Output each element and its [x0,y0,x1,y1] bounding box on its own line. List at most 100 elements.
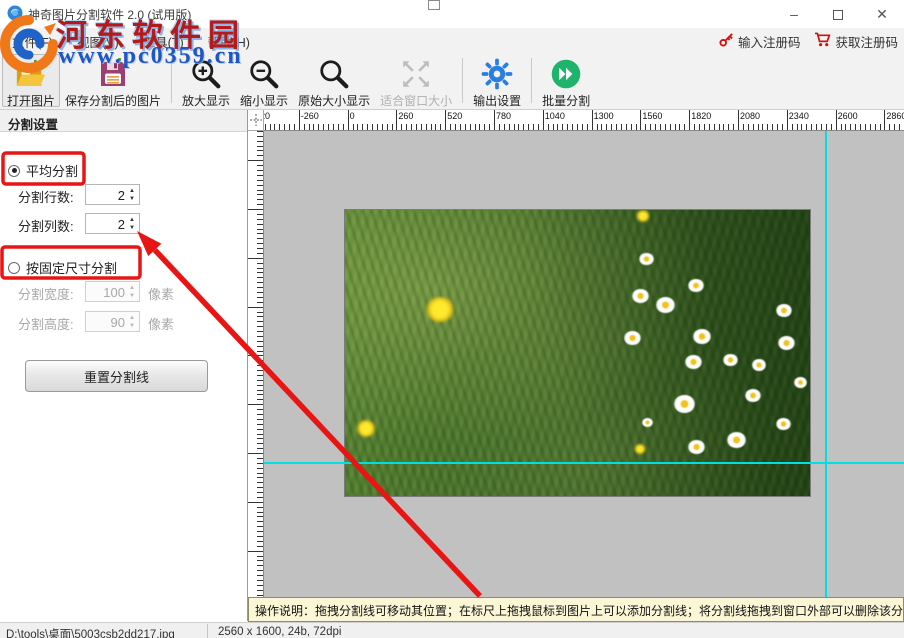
toolbar-button-label: 放大显示 [182,94,231,108]
ruler-tick [879,124,881,130]
rows-spinner[interactable]: ▲ ▼ [126,185,138,204]
grass-shadow [345,210,810,496]
minimize-button[interactable]: – [772,0,816,28]
rows-spinbox[interactable]: 2 ▲ ▼ [85,184,140,205]
ruler-tick [899,124,900,130]
close-button[interactable]: ✕ [860,0,904,28]
ruler-tick [874,124,876,130]
ruler-horizontal[interactable]: -520 -260 0 260 520 780 1040 1300 1560 1820 2080 23… [264,110,904,131]
toolbar-button-label: 缩小显示 [240,94,289,108]
ruler-tick [257,140,263,142]
ruler-tick [257,560,263,562]
menu-item[interactable]: 文件(F) [0,28,65,52]
ruler-tick [248,209,263,210]
spin-down-icon[interactable]: ▼ [129,224,135,232]
ruler-tick [257,565,263,567]
ruler-tick [757,124,759,130]
ruler-tick [362,124,364,130]
spin-up-icon[interactable]: ▲ [129,187,135,195]
menu-item[interactable]: 帮助(H) [196,28,262,52]
ruler-tick [367,124,369,130]
reset-split-lines-button[interactable]: 重置分割线 [25,360,208,392]
ruler-corner [248,110,264,131]
ruler-tick [552,124,554,130]
split-settings-panel: 分割设置 平均分割 分割行数: 2 ▲ ▼ 分割列数: 2 ▲ ▼ 按固定尺寸分… [0,110,248,621]
radio-fixed-split[interactable]: 按固定尺寸分割 [8,258,117,277]
vertical-split-line[interactable] [825,131,827,597]
ruler-tick [257,384,263,386]
toolbar-button-zoom-out[interactable]: 缩小显示 [235,54,293,108]
spin-up-icon: ▲ [129,284,135,291]
ruler-tick [655,124,656,130]
register-link[interactable]: 获取注册码 [814,32,898,51]
ruler-tick [313,124,315,130]
ruler-tick [786,110,788,130]
status-separator [207,624,208,638]
cart-icon [814,32,832,50]
ruler-tick [864,124,866,130]
ruler-tick [257,526,263,528]
ruler-tick [347,110,349,130]
ruler-tick [257,516,263,518]
ruler-tick [257,492,263,493]
ruler-tick [248,453,263,454]
ruler-tick [257,536,263,537]
menu-item[interactable]: 工具(T) [131,28,196,52]
ruler-tick [391,124,393,130]
ruler-label: 1040 [248,406,249,426]
ruler-vertical[interactable]: -260 0 260 520 780 1040 1300 1560 1820 [248,131,264,597]
cols-spinner[interactable]: ▲ ▼ [126,214,138,233]
spin-down-icon: ▼ [129,292,135,299]
cols-spinbox[interactable]: 2 ▲ ▼ [85,213,140,234]
ruler-tick [269,124,271,130]
spin-down-icon[interactable]: ▼ [129,195,135,203]
toolbar-button-output-settings[interactable]: 输出设置 [468,54,526,108]
ruler-tick [257,262,263,264]
ruler-tick [547,124,549,130]
radio-off-icon [8,261,20,274]
status-image-info: 2560 x 1600, 24b, 72dpi [218,626,342,638]
ruler-tick [318,124,320,130]
radio-average-split[interactable]: 平均分割 [8,161,78,180]
ruler-tick [257,350,263,352]
toolbar-button-open-image[interactable]: 打开图片 [2,54,61,108]
ruler-tick [257,204,263,206]
ruler-tick [723,124,725,130]
ruler-tick [821,124,822,130]
ruler-tick [645,124,647,130]
ruler-label: 780 [496,111,512,121]
ruler-tick [257,423,263,425]
maximize-icon [833,10,843,21]
ruler-tick [801,124,803,130]
ruler-tick [791,124,793,130]
ruler-tick [620,124,622,130]
menu-item[interactable]: 视图(V) [65,28,131,52]
toolbar-button-batch-split[interactable]: 批量分割 [537,54,595,108]
ruler-tick [257,409,263,411]
register-link[interactable]: 输入注册码 [719,32,800,51]
ruler-tick [257,223,263,225]
daisy-flower [673,395,695,413]
width-label: 分割宽度: [18,287,74,302]
daisy-flower [641,418,653,428]
ruler-tick [257,165,263,167]
spin-up-icon[interactable]: ▲ [129,216,135,224]
ruler-tick [718,124,720,130]
ruler-tick [464,124,466,130]
image-preview[interactable] [344,209,811,497]
ruler-label: 1300 [248,455,249,475]
ruler-tick [669,124,671,130]
instructions-bar: 操作说明：拖拽分割线可移动其位置；在标尺上拖拽鼠标到图片上可以添加分割线；将分割… [248,597,904,622]
ruler-tick [257,233,263,235]
open-folder-icon [15,58,47,90]
height-field-row: 分割高度: 90 ▲ ▼ 像素 [18,311,238,333]
ruler-tick [577,124,578,130]
radio-average-label: 平均分割 [26,164,79,179]
ruler-tick [257,428,263,430]
toolbar-button-zoom-in[interactable]: 放大显示 [177,54,235,108]
toolbar-button-save-split[interactable]: 保存分割后的图片 [60,54,166,108]
toolbar-button-zoom-original[interactable]: 原始大小显示 [293,54,375,108]
ruler-tick [257,521,263,523]
horizontal-split-line[interactable] [264,462,904,464]
maximize-button[interactable] [816,0,860,28]
